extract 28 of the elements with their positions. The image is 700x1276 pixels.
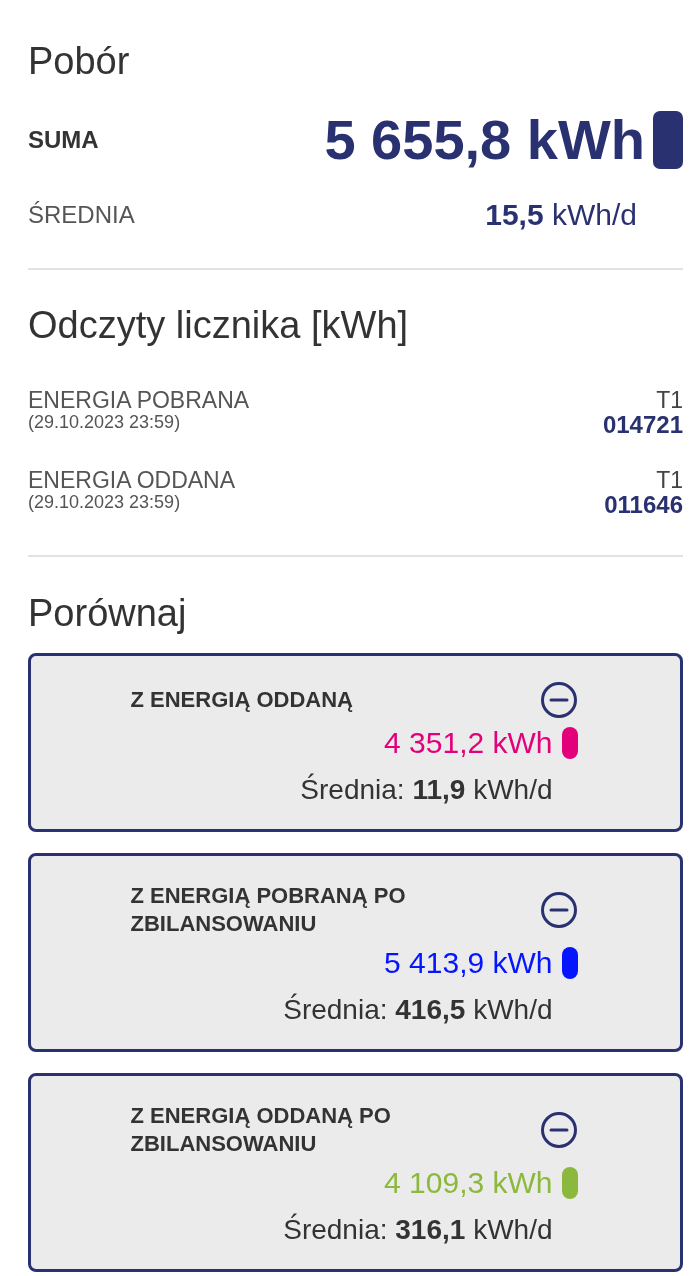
comparison-value: 5 413,9 kWh <box>384 946 553 980</box>
reading-label: ENERGIA POBRANA <box>28 388 250 412</box>
average-label: ŚREDNIA <box>28 200 135 230</box>
section-heading: Odczyty licznika [kWh] <box>28 303 410 348</box>
reading-label: ENERGIA ODDANA <box>28 468 236 492</box>
reading-timestamp: (29.10.2023 23:59) <box>28 492 182 512</box>
meter-reading-value: 014721 <box>602 412 683 438</box>
total-value: 5 655,8 kWh <box>324 111 645 169</box>
comparison-average: Średnia: 316,1 kWh/d <box>283 1213 553 1247</box>
meter-reading-value: 011646 <box>604 492 683 518</box>
average-value: 15,5 kWh/d <box>485 198 637 232</box>
section-heading: Porównaj <box>28 591 188 636</box>
reading-timestamp: (29.10.2023 23:59) <box>28 412 182 432</box>
comparison-title: Z ENERGIĄ POBRANĄ PO ZBILANSOWANIU <box>130 882 407 938</box>
comparison-value: 4 351,2 kWh <box>384 726 553 760</box>
tariff-label: T1 <box>656 388 683 412</box>
minus-circle-icon[interactable] <box>540 892 577 928</box>
section-heading: Pobór <box>28 39 131 84</box>
comparison-title: Z ENERGIĄ ODDANĄ <box>130 686 353 714</box>
minus-circle-icon[interactable] <box>540 682 577 718</box>
comparison-average: Średnia: 416,5 kWh/d <box>283 993 553 1027</box>
comparison-title: Z ENERGIĄ ODDANĄ PO ZBILANSOWANIU <box>130 1102 392 1158</box>
minus-circle-icon[interactable] <box>540 1112 577 1148</box>
total-label: SUMA <box>28 125 99 155</box>
legend-swatch-icon <box>653 111 683 169</box>
comparison-average: Średnia: 11,9 kWh/d <box>300 773 553 807</box>
tariff-label: T1 <box>656 468 683 492</box>
comparison-value: 4 109,3 kWh <box>384 1166 553 1200</box>
